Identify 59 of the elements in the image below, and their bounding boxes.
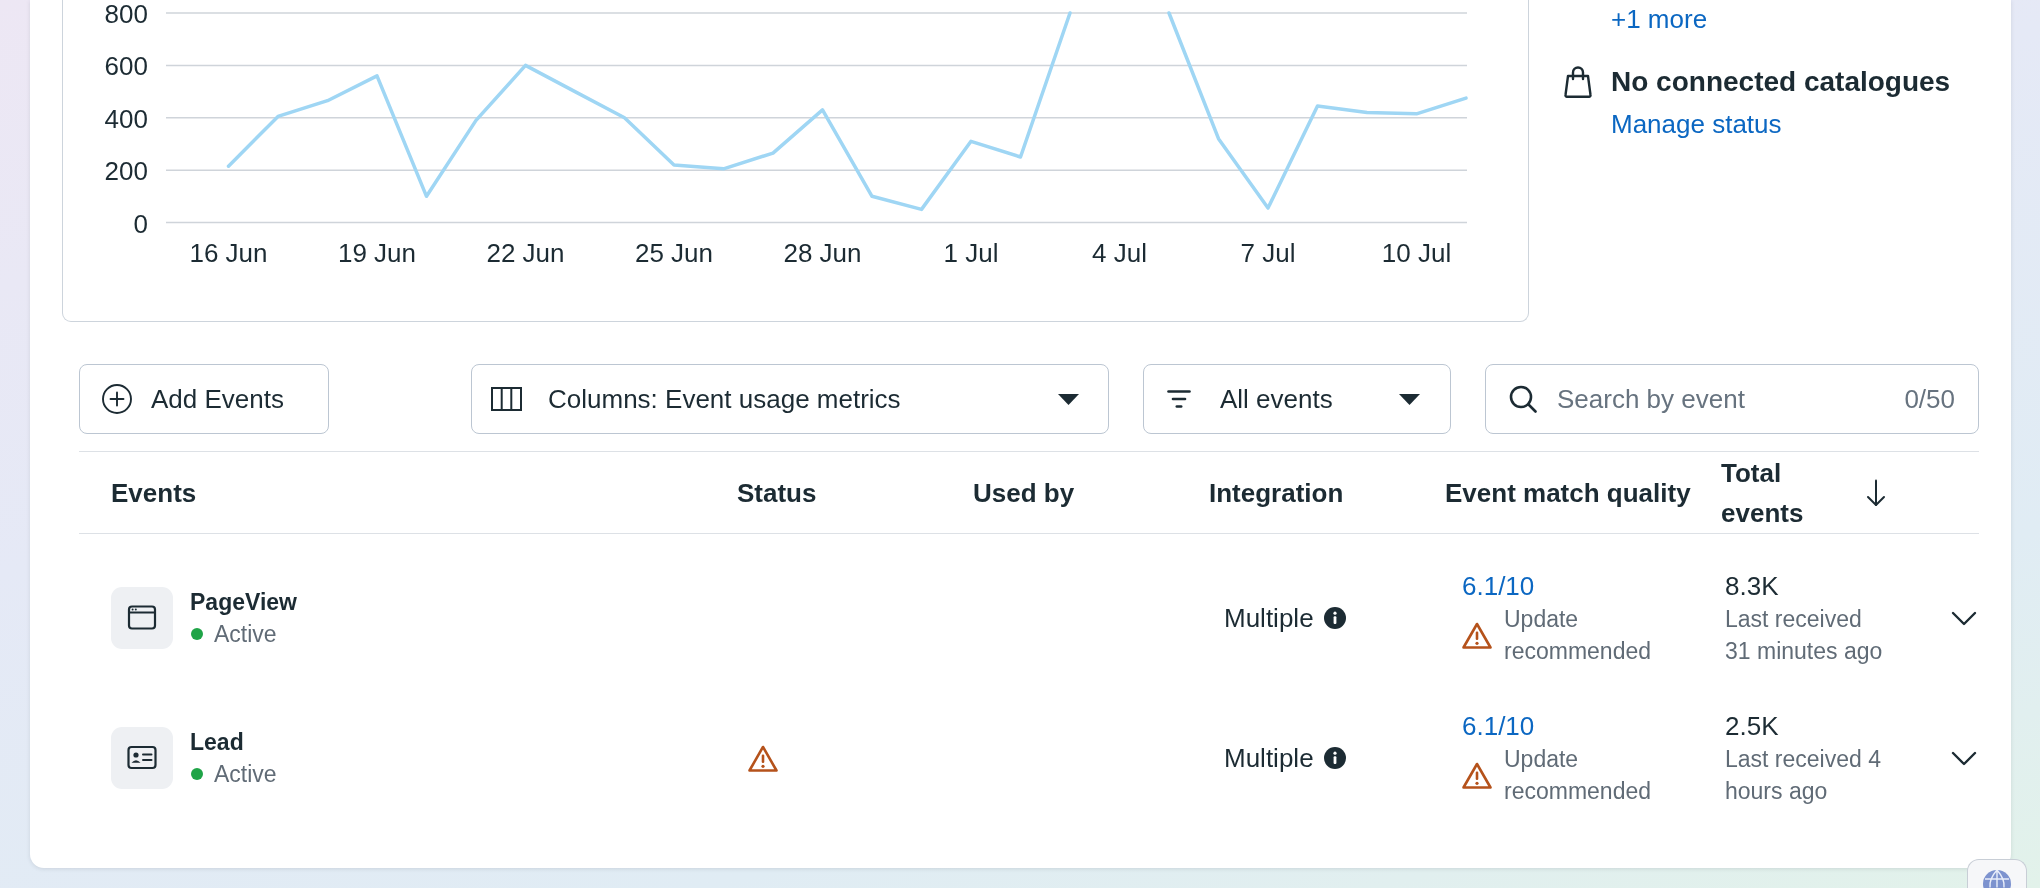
caret-down-icon <box>1058 393 1079 405</box>
event-filter-dropdown[interactable]: All events <box>1143 364 1451 434</box>
caret-down-icon <box>1399 393 1420 405</box>
x-axis-label: 1 Jul <box>943 238 999 268</box>
filter-icon <box>1167 389 1191 409</box>
chevron-down-icon[interactable] <box>1951 750 1977 766</box>
match-quality-note: Update recommended <box>1504 745 1653 806</box>
column-header: Event match quality <box>1445 476 1691 510</box>
x-axis-label: 4 Jul <box>1092 238 1147 268</box>
browser-window-icon <box>111 587 173 649</box>
integration-value: Multiple <box>1224 742 1314 775</box>
status-text: Active <box>214 760 277 789</box>
column-header: Status <box>737 476 817 510</box>
match-quality-link[interactable]: 6.1/10 <box>1462 709 1535 743</box>
column-header: Used by <box>973 476 1075 510</box>
plus-circle-icon <box>102 384 132 414</box>
x-axis-label: 19 Jun <box>337 238 417 268</box>
chevron-down-icon[interactable] <box>1951 610 1977 626</box>
contact-card-icon <box>111 727 173 789</box>
event-name: Lead <box>190 728 244 757</box>
last-received-text: Last received 31 minutes ago <box>1725 605 1884 666</box>
x-axis-label: 10 Jul <box>1381 238 1452 268</box>
globe-button[interactable] <box>1967 859 2027 888</box>
x-axis-label: 25 Jun <box>634 238 714 268</box>
x-axis-label: 28 Jun <box>783 238 862 268</box>
globe-icon <box>1982 869 2012 888</box>
match-quality-note: Update recommended <box>1504 605 1653 666</box>
add-events-button[interactable]: Add Events <box>79 364 329 434</box>
y-axis-label: 0 <box>133 208 148 239</box>
columns-icon <box>491 387 522 411</box>
info-icon[interactable] <box>1323 607 1346 629</box>
column-header: Events <box>111 476 197 510</box>
warning-icon <box>1462 761 1492 789</box>
character-counter: 0/50 <box>1904 384 1955 414</box>
info-icon[interactable] <box>1323 747 1346 769</box>
y-axis-label: 200 <box>104 156 148 187</box>
y-axis-label: 600 <box>104 51 148 82</box>
catalogue-status-title: No connected catalogues <box>1611 66 1951 98</box>
warning-icon <box>1462 621 1492 649</box>
x-axis-label: 16 Jun <box>189 238 268 268</box>
y-axis-label: 800 <box>104 0 148 29</box>
x-axis-label: 22 Jun <box>486 238 565 268</box>
shopping-bag-icon <box>1564 66 1592 98</box>
y-axis-label: 400 <box>104 103 148 134</box>
total-events-value: 8.3K <box>1725 570 1779 603</box>
total-events-value: 2.5K <box>1725 710 1779 743</box>
integration-value: Multiple <box>1224 602 1314 635</box>
status-text: Active <box>214 620 277 649</box>
search-icon <box>1509 385 1537 413</box>
more-link[interactable]: +1 more <box>1611 3 1708 35</box>
column-header: Integration <box>1209 476 1344 510</box>
x-axis-label: 7 Jul <box>1240 238 1296 268</box>
last-received-text: Last received 4 hours ago <box>1725 745 1882 806</box>
event-name: PageView <box>190 588 297 617</box>
columns-dropdown[interactable]: Columns: Event usage metrics <box>471 364 1109 434</box>
column-header: Total events <box>1721 456 1805 530</box>
manage-status-link[interactable]: Manage status <box>1611 108 1782 140</box>
match-quality-link[interactable]: 6.1/10 <box>1462 569 1535 603</box>
down-arrow-icon[interactable] <box>1866 478 1886 507</box>
